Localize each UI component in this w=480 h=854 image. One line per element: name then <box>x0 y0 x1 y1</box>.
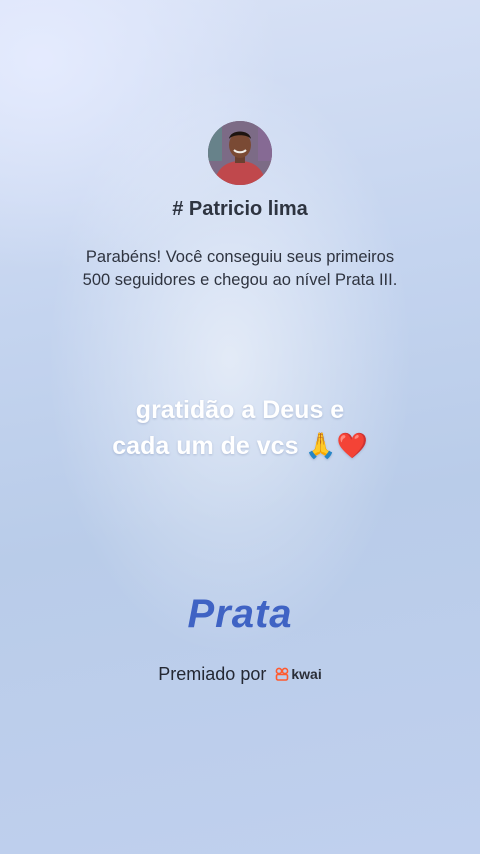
kwai-logo-icon <box>275 667 289 681</box>
user-message: gratidão a Deus e cada um de vcs 🙏❤️ <box>40 392 440 464</box>
tier-title: Prata <box>187 592 293 636</box>
achievement-message-line2: 500 seguidores e chegou ao nível Prata I… <box>82 271 398 289</box>
achievement-message: Parabéns! Você conseguiu seus primeiros … <box>40 246 440 292</box>
achievement-message-line1: Parabéns! Você conseguiu seus primeiros <box>85 248 395 266</box>
kwai-logo-text: kwai <box>291 665 322 682</box>
awarded-by: Premiado por kwai <box>0 664 480 685</box>
kwai-logo: kwai <box>275 665 322 682</box>
username: # Patricio lima <box>172 198 308 220</box>
avatar[interactable] <box>208 121 272 185</box>
awarded-by-label: Premiado por <box>158 664 267 684</box>
user-message-line2: cada um de vcs 🙏❤️ <box>112 432 368 460</box>
profile-photo-icon <box>208 121 272 185</box>
user-message-line1: gratidão a Deus e <box>135 396 345 424</box>
